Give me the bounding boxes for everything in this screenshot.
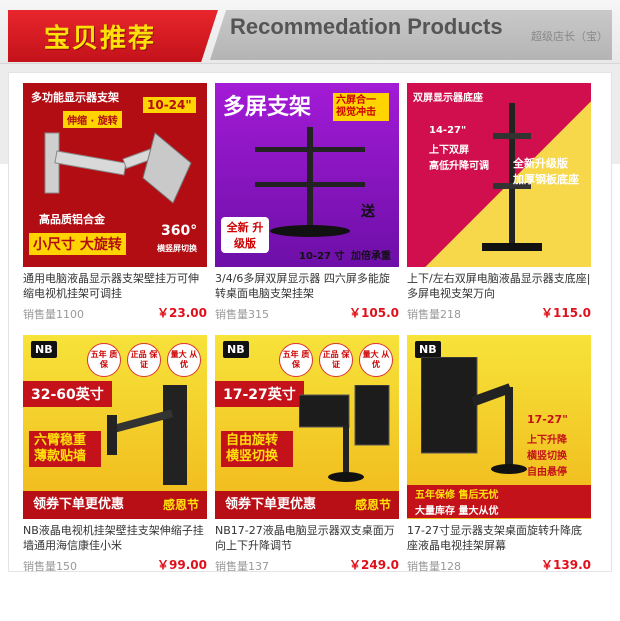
sales-count: 销售量150 (23, 560, 77, 573)
price: ￥139.0 (541, 558, 591, 572)
upgrade-badge: 全新 升级版 (221, 217, 269, 253)
sales-count: 销售量128 (407, 560, 461, 573)
product-title[interactable]: 通用电脑液晶显示器支架壁挂万可伸缩电视机挂架可调挂 (23, 271, 207, 301)
feature-label: 六臂稳重 薄款贴墙 (29, 431, 101, 467)
product-title[interactable]: NB液晶电视机挂架壁挂支架伸缩子挂墙通用海信康佳小米 (23, 523, 207, 553)
coupon-text: 领券下单更优惠 (225, 497, 317, 512)
size-badge: 10-24" (143, 97, 196, 113)
product-card[interactable]: NB 五年 质保 正品 保证 量大 从优 17-27英寸 自由旋转 横竖切换 领… (215, 335, 399, 574)
feature-size: 14-27" (429, 125, 467, 136)
feature-rotate: 横竖切换 (527, 451, 567, 462)
product-title[interactable]: 17-27寸显示器支架桌面旋转升降底座液晶电视挂架屏幕 (407, 523, 591, 553)
bulk-badge: 量大 从优 (359, 343, 393, 377)
size-label: 10-27 寸 (299, 251, 345, 262)
product-card[interactable]: 多屏支架 六屏合一 视觉冲击 全新 升级版 送 10-27 寸 加倍承重 3/4… (215, 83, 399, 322)
gift-label: 送 (361, 204, 375, 220)
price: ￥115.0 (541, 306, 591, 320)
warranty-tag: 五年保修 售后无忧 (407, 485, 591, 502)
section-title-en: Recommedation Products (230, 14, 503, 39)
size-label: 17-27英寸 (215, 381, 304, 407)
section-title-cn: 宝贝推荐 (44, 24, 157, 54)
rotation-badge: 360° (161, 223, 198, 239)
wall-mount-arm-icon (44, 132, 192, 204)
product-card[interactable]: 多功能显示器支架 10-24" 伸缩 · 旋转 高品质铝合金 小尺寸 大旋转 3… (23, 83, 207, 322)
product-image[interactable]: NB 五年 质保 正品 保证 量大 从优 32-60英寸 六臂稳重 薄款贴墙 领… (23, 335, 207, 519)
base-tag: 加厚钢板底座 (513, 173, 579, 186)
header-banner: 宝贝推荐 Recommedation Products 超级店长（宝） (0, 0, 620, 64)
product-meta: 销售量150 ￥99.00 (23, 556, 207, 574)
size-label: 17-27" (527, 413, 568, 426)
feature-lift: 上下升降 (527, 435, 567, 446)
product-card[interactable]: NB 五年 质保 正品 保证 量大 从优 32-60英寸 六臂稳重 薄款贴墙 领… (23, 335, 207, 574)
price: ￥23.00 (157, 306, 207, 320)
festival-text: 感恩节 (354, 498, 391, 512)
warranty-badge: 五年 质保 (279, 343, 313, 377)
image-tag: 六屏合一 视觉冲击 (333, 93, 389, 121)
product-card[interactable]: NB 17-27" 上下升降 横竖切换 自由悬停 五年保修 售后无忧 大量库存 … (407, 335, 591, 574)
image-caption: 多功能显示器支架 (31, 91, 119, 104)
price: ￥249.0 (349, 558, 399, 572)
price: ￥99.00 (157, 558, 207, 572)
product-image[interactable]: 多屏支架 六屏合一 视觉冲击 全新 升级版 送 10-27 寸 加倍承重 (215, 83, 399, 267)
feature-label: 自由旋转 横竖切换 (221, 431, 293, 467)
gas-spring-monitor-arm-icon (421, 357, 527, 474)
product-title[interactable]: NB17-27液晶电脑显示器双支桌面万向上下升降调节 (215, 523, 399, 553)
product-image[interactable]: 多功能显示器支架 10-24" 伸缩 · 旋转 高品质铝合金 小尺寸 大旋转 3… (23, 83, 207, 267)
brand-logo: NB (31, 341, 57, 358)
product-meta: 销售量315 ￥105.0 (215, 304, 399, 322)
product-meta: 销售量128 ￥139.0 (407, 556, 591, 574)
image-label: 高品质铝合金 (39, 213, 105, 226)
coupon-banner[interactable]: 领券下单更优惠 感恩节 (215, 491, 399, 519)
brand-logo: NB (415, 341, 441, 358)
warranty-badge: 五年 质保 (87, 343, 121, 377)
size-label: 32-60英寸 (23, 381, 112, 407)
sales-count: 销售量218 (407, 308, 461, 321)
coupon-text: 领券下单更优惠 (33, 497, 125, 512)
sales-count: 销售量137 (215, 560, 269, 573)
genuine-badge: 正品 保证 (127, 343, 161, 377)
sales-count: 销售量1100 (23, 308, 84, 321)
feature-hover: 自由悬停 (527, 467, 567, 478)
genuine-badge: 正品 保证 (319, 343, 353, 377)
coupon-banner[interactable]: 领券下单更优惠 感恩节 (23, 491, 207, 519)
image-caption: 双屏显示器底座 (413, 93, 483, 104)
dual-monitor-arm-icon (299, 385, 390, 482)
product-title[interactable]: 上下/左右双屏电脑液晶显示器支底座|多屏电视支架万向 (407, 271, 591, 301)
product-meta: 销售量218 ￥115.0 (407, 304, 591, 322)
product-image[interactable]: 双屏显示器底座 14-27" 上下双屏 高低升降可调 全新升级版 加厚钢板底座 (407, 83, 591, 267)
feature-dual: 上下双屏 (429, 145, 469, 156)
load-label: 加倍承重 (351, 251, 391, 262)
tv-wall-mount-icon (107, 385, 187, 485)
product-panel: 多功能显示器支架 10-24" 伸缩 · 旋转 高品质铝合金 小尺寸 大旋转 3… (8, 72, 612, 574)
brand-logo: NB (223, 341, 249, 358)
product-meta: 销售量137 ￥249.0 (215, 556, 399, 574)
product-image[interactable]: NB 17-27" 上下升降 横竖切换 自由悬停 五年保修 售后无忧 大量库存 … (407, 335, 591, 519)
product-meta: 销售量1100 ￥23.00 (23, 304, 207, 322)
shop-label[interactable]: 超级店长（宝） (531, 28, 608, 44)
image-highlight: 小尺寸 大旋转 (29, 233, 126, 255)
upgrade-tag: 全新升级版 (513, 157, 568, 170)
image-caption: 多屏支架 (223, 95, 312, 120)
price: ￥105.0 (349, 306, 399, 320)
bulk-badge: 量大 从优 (167, 343, 201, 377)
product-card[interactable]: 双屏显示器底座 14-27" 上下双屏 高低升降可调 全新升级版 加厚钢板底座 … (407, 83, 591, 322)
festival-text: 感恩节 (162, 498, 199, 512)
product-image[interactable]: NB 五年 质保 正品 保证 量大 从优 17-27英寸 自由旋转 横竖切换 领… (215, 335, 399, 519)
product-title[interactable]: 3/4/6多屏双屏显示器 四六屏多能旋转桌面电脑支架挂架 (215, 271, 399, 301)
sales-count: 销售量315 (215, 308, 269, 321)
rotation-caption: 横竖屏切换 (157, 244, 197, 253)
stock-tag: 大量库存 量大从优 (407, 501, 591, 518)
